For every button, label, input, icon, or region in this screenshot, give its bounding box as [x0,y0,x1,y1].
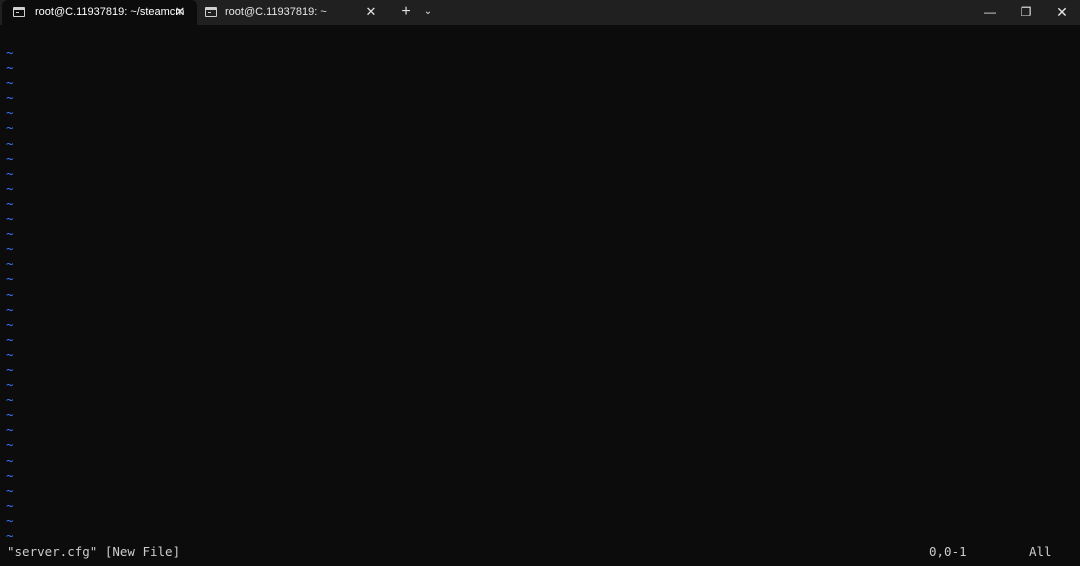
terminal-icon [205,7,217,17]
empty-line-tilde: ~ [6,437,14,453]
cursor-position: 0,0-1 [929,544,967,559]
title-bar: root@C.11937819: ~/steamcm ✕ root@C.1193… [0,0,1080,25]
empty-line-tilde: ~ [6,241,14,257]
empty-line-tilde: ~ [6,105,14,121]
empty-line-tilde: ~ [6,316,14,332]
terminal-icon [13,7,25,17]
tab-title: root@C.11937819: ~/steamcm [35,6,185,18]
empty-line-tilde: ~ [6,60,14,76]
empty-line-tilde: ~ [6,180,14,196]
empty-line-tilde: ~ [6,361,14,377]
empty-line-tilde: ~ [6,135,14,151]
window-close-button[interactable]: ✕ [1044,0,1080,25]
vim-editor[interactable]: ~ ~ ~ ~ ~ ~ ~ ~ ~ ~ ~ ~ ~ ~ ~ ~ ~ ~ ~ ~ ~ ~ ~ ~ ~ ~ ~ ~ ~ ~ ~ ~ ~ [0,25,1080,566]
empty-line-tilde: ~ [6,407,14,423]
empty-line-tilde: ~ [6,346,14,362]
chevron-down-icon[interactable]: ⌄ [420,3,436,21]
empty-line-tilde: ~ [6,392,14,408]
vim-status-line: "server.cfg" [New File] 0,0-1 All [0,544,1080,560]
empty-line-tilde: ~ [6,286,14,302]
empty-line-tilde: ~ [6,497,14,513]
empty-line-tilde: ~ [6,271,14,287]
empty-line-tilde: ~ [6,45,14,60]
empty-line-tilde: ~ [6,256,14,272]
scroll-percent: All [1029,544,1052,559]
empty-line-tilde: ~ [6,422,14,438]
empty-line-tilde: ~ [6,226,14,242]
plus-icon[interactable]: + [397,3,415,21]
tab-steamcmd[interactable]: root@C.11937819: ~/steamcm ✕ [2,0,197,25]
empty-line-tilde: ~ [6,211,14,227]
empty-line-tilde: ~ [6,512,14,528]
status-message: "server.cfg" [New File] [7,544,181,559]
tab-close-button[interactable]: ✕ [363,4,379,20]
empty-line-tilde: ~ [6,331,14,347]
empty-line-markers: ~ ~ ~ ~ ~ ~ ~ ~ ~ ~ ~ ~ ~ ~ ~ ~ ~ ~ ~ ~ ~ ~ ~ ~ ~ ~ ~ ~ ~ ~ ~ ~ ~ [6,45,18,543]
empty-line-tilde: ~ [6,195,14,211]
empty-line-tilde: ~ [6,528,14,543]
empty-line-tilde: ~ [6,120,14,136]
empty-line-tilde: ~ [6,452,14,468]
tab-close-button[interactable]: ✕ [172,4,188,20]
empty-line-tilde: ~ [6,467,14,483]
tab-title: root@C.11937819: ~ [225,6,327,18]
empty-line-tilde: ~ [6,150,14,166]
empty-line-tilde: ~ [6,165,14,181]
minimize-button[interactable]: — [972,0,1008,25]
tab-home[interactable]: root@C.11937819: ~ ✕ [197,0,387,25]
empty-line-tilde: ~ [6,377,14,393]
maximize-button[interactable]: ❐ [1008,0,1044,25]
empty-line-tilde: ~ [6,75,14,91]
empty-line-tilde: ~ [6,301,14,317]
empty-line-tilde: ~ [6,482,14,498]
empty-line-tilde: ~ [6,90,14,106]
